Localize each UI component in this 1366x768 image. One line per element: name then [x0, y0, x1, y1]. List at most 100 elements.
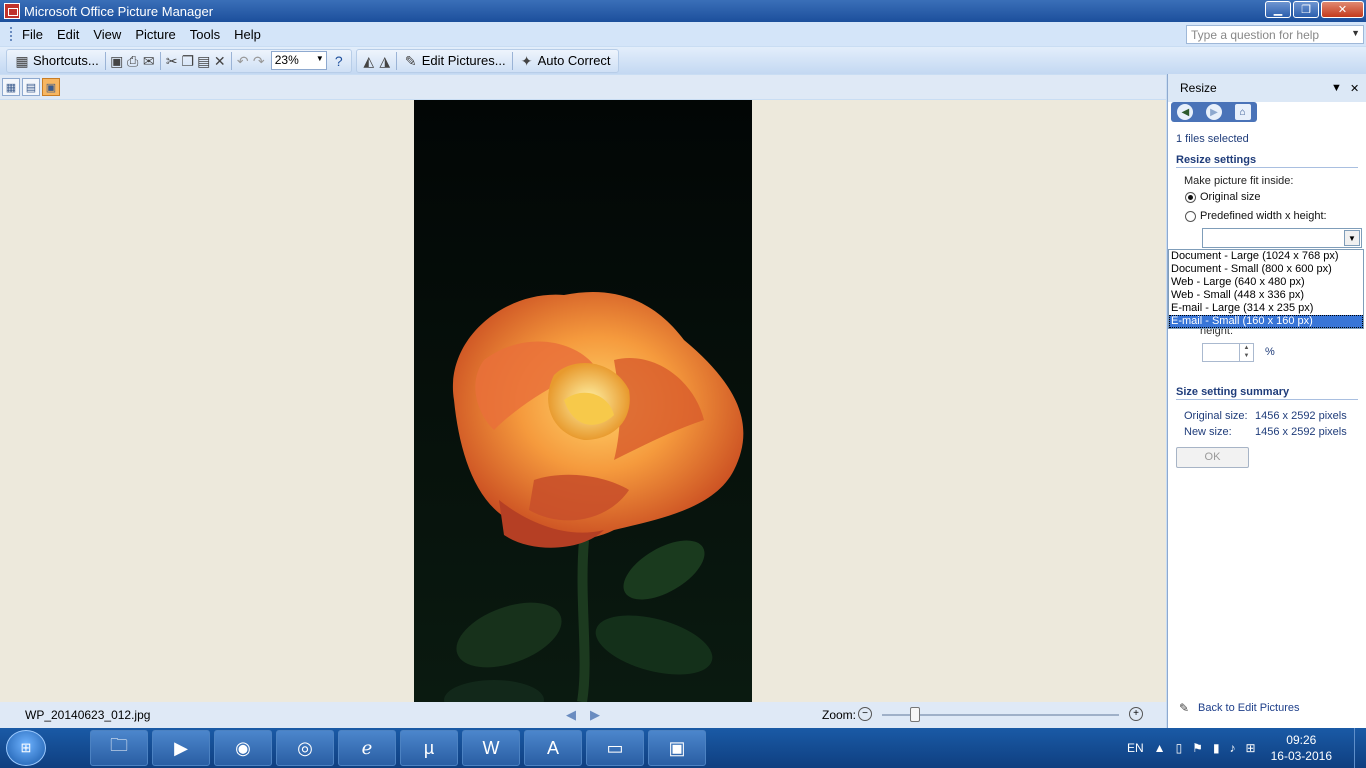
toolbar-separator — [395, 51, 397, 70]
forward-arrow-icon[interactable]: ▶ — [1205, 104, 1222, 120]
menu-bar: File Edit View Picture Tools Help — [0, 22, 1366, 46]
language-indicator[interactable]: EN — [1127, 741, 1144, 755]
task-pane-close-icon[interactable]: ✕ — [1350, 82, 1359, 95]
maximize-button[interactable]: ❐ — [1293, 1, 1319, 18]
volume-icon[interactable]: ♪ — [1230, 741, 1236, 755]
minimize-button[interactable]: ▁ — [1265, 1, 1291, 18]
picture-manager-icon — [4, 3, 20, 19]
picture-navigation: ◀ ▶ — [566, 707, 600, 723]
action-center-icon[interactable]: ⚑ — [1192, 741, 1203, 755]
print-icon[interactable]: ⎙ — [125, 53, 141, 69]
clock-date: 16-03-2016 — [1270, 749, 1332, 763]
percent-stepper[interactable]: ▲ ▼ — [1202, 343, 1254, 362]
shortcuts-button[interactable]: ▦ Shortcuts... — [11, 51, 102, 71]
zoom-slider-thumb[interactable] — [910, 707, 920, 722]
ok-button[interactable]: OK — [1176, 447, 1249, 468]
toolbar-group-edit: ◭ ◮ ✎ Edit Pictures... ✦ Auto Correct — [355, 48, 619, 73]
edit-pictures-label: Edit Pictures... — [421, 53, 506, 68]
edit-pictures-button[interactable]: ✎ Edit Pictures... — [400, 51, 509, 71]
original-size-value: 1456 x 2592 pixels — [1255, 410, 1347, 422]
photo-viewer-icon[interactable]: ▭ — [586, 730, 644, 766]
previous-picture-icon[interactable]: ◀ — [566, 707, 576, 723]
start-button[interactable]: ⊞ — [6, 730, 46, 766]
menu-help[interactable]: Help — [227, 27, 268, 42]
predefined-size-select[interactable]: ▼ — [1202, 228, 1362, 248]
single-picture-view-icon[interactable]: ▣ — [42, 78, 60, 96]
rotate-right-icon[interactable]: ◮ — [377, 53, 393, 69]
acrobat-icon[interactable]: A — [524, 730, 582, 766]
windows-taskbar: ⊞ 🗀 ▶ ◉ ◎ ℯ µ W A ▭ ▣ EN ▲ ▯ ⚑ ▮ ♪ ⊞ 09:… — [0, 728, 1366, 768]
send-mail-icon[interactable]: ✉ — [141, 53, 157, 69]
battery-icon[interactable]: ▯ — [1176, 741, 1183, 755]
thumbnail-view-icon[interactable]: ▦ — [2, 78, 20, 96]
files-selected-text: 1 files selected — [1176, 133, 1249, 145]
original-size-label: Original size — [1200, 191, 1261, 203]
close-button[interactable]: ✕ — [1321, 1, 1364, 18]
show-hidden-icons-icon[interactable]: ▲ — [1154, 741, 1166, 755]
window-title: Microsoft Office Picture Manager — [24, 3, 214, 19]
zoom-out-icon[interactable]: − — [858, 707, 872, 721]
dropdown-option[interactable]: Web - Small (448 x 336 px) — [1169, 289, 1363, 302]
dropdown-option-selected[interactable]: E-mail - Small (160 x 160 px) — [1169, 315, 1363, 328]
save-icon[interactable]: ▣ — [109, 53, 125, 69]
chevron-down-icon[interactable]: ▼ — [1344, 230, 1360, 246]
back-arrow-icon[interactable]: ◀ — [1177, 104, 1194, 120]
dropdown-option[interactable]: Document - Small (800 x 600 px) — [1169, 263, 1363, 276]
dropdown-option[interactable]: Document - Large (1024 x 768 px) — [1169, 250, 1363, 263]
menu-edit[interactable]: Edit — [50, 27, 86, 42]
original-size-radio[interactable] — [1185, 192, 1196, 203]
zoom-select[interactable]: 23% ▼ — [270, 51, 327, 70]
task-pane-menu-icon[interactable]: ▼ — [1331, 82, 1342, 94]
picture-manager-icon[interactable]: ▣ — [648, 730, 706, 766]
clock[interactable]: 09:26 16-03-2016 — [1271, 732, 1332, 764]
firefox-icon[interactable]: ◉ — [214, 730, 272, 766]
stepper-arrows-icon[interactable]: ▲ ▼ — [1239, 344, 1253, 361]
status-bar: WP_20140623_012.jpg ◀ ▶ Zoom: − + — [0, 702, 1166, 728]
auto-correct-icon: ✦ — [520, 52, 533, 69]
windows-flag-icon[interactable]: ⊞ — [1246, 741, 1256, 755]
auto-correct-button[interactable]: ✦ Auto Correct — [516, 51, 614, 71]
resize-task-pane: Resize ▼ ✕ ◀ ▶ ⌂ 1 files selected Resize… — [1167, 74, 1366, 728]
title-bar: Microsoft Office Picture Manager ▁ ❐ ✕ — [0, 0, 1366, 22]
chevron-down-icon[interactable]: ▼ — [1351, 28, 1360, 38]
picture-canvas — [0, 100, 1166, 702]
undo-icon[interactable]: ↶ — [235, 53, 251, 69]
dropdown-option[interactable]: E-mail - Large (314 x 235 px) — [1169, 302, 1363, 315]
paste-icon[interactable]: ▤ — [196, 53, 212, 69]
menu-tools[interactable]: Tools — [183, 27, 227, 42]
cut-icon[interactable]: ✂ — [164, 53, 180, 69]
menu-picture[interactable]: Picture — [128, 27, 182, 42]
help-search-input[interactable]: Type a question for help ▼ — [1186, 25, 1364, 44]
next-picture-icon[interactable]: ▶ — [590, 707, 600, 723]
media-player-icon[interactable]: ▶ — [152, 730, 210, 766]
back-to-edit-pictures-link[interactable]: ✎ Back to Edit Pictures — [1176, 700, 1300, 716]
show-desktop-button[interactable] — [1354, 728, 1366, 768]
redo-icon[interactable]: ↷ — [251, 53, 267, 69]
file-explorer-icon[interactable]: 🗀 — [90, 730, 148, 766]
network-icon[interactable]: ▮ — [1213, 741, 1220, 755]
utorrent-icon[interactable]: µ — [400, 730, 458, 766]
standard-toolbar: ▦ Shortcuts... ▣ ⎙ ✉ ✂ ❐ ▤ ✕ ↶ ↷ 23% ▼ ?… — [0, 47, 1366, 74]
menu-file[interactable]: File — [15, 27, 50, 42]
rotate-left-icon[interactable]: ◭ — [361, 53, 377, 69]
size-summary-heading: Size setting summary — [1176, 386, 1358, 400]
help-icon[interactable]: ? — [331, 53, 347, 69]
delete-icon[interactable]: ✕ — [212, 53, 228, 69]
menu-view[interactable]: View — [86, 27, 128, 42]
chrome-icon[interactable]: ◎ — [276, 730, 334, 766]
zoom-slider[interactable]: − + — [858, 707, 1143, 723]
toolbar-separator — [104, 51, 106, 70]
original-size-key: Original size: — [1184, 410, 1248, 422]
system-tray: EN ▲ ▯ ⚑ ▮ ♪ ⊞ 09:26 16-03-2016 — [1122, 728, 1366, 768]
copy-icon[interactable]: ❐ — [180, 53, 196, 69]
filmstrip-view-icon[interactable]: ▤ — [22, 78, 40, 96]
edit-pictures-icon: ✎ — [1178, 701, 1190, 715]
menu-grip[interactable] — [10, 27, 13, 41]
home-icon[interactable]: ⌂ — [1234, 104, 1251, 120]
rose-photo[interactable] — [414, 100, 752, 702]
word-icon[interactable]: W — [462, 730, 520, 766]
dropdown-option[interactable]: Web - Large (640 x 480 px) — [1169, 276, 1363, 289]
zoom-in-icon[interactable]: + — [1129, 707, 1143, 721]
predefined-size-radio[interactable] — [1185, 211, 1196, 222]
internet-explorer-icon[interactable]: ℯ — [338, 730, 396, 766]
